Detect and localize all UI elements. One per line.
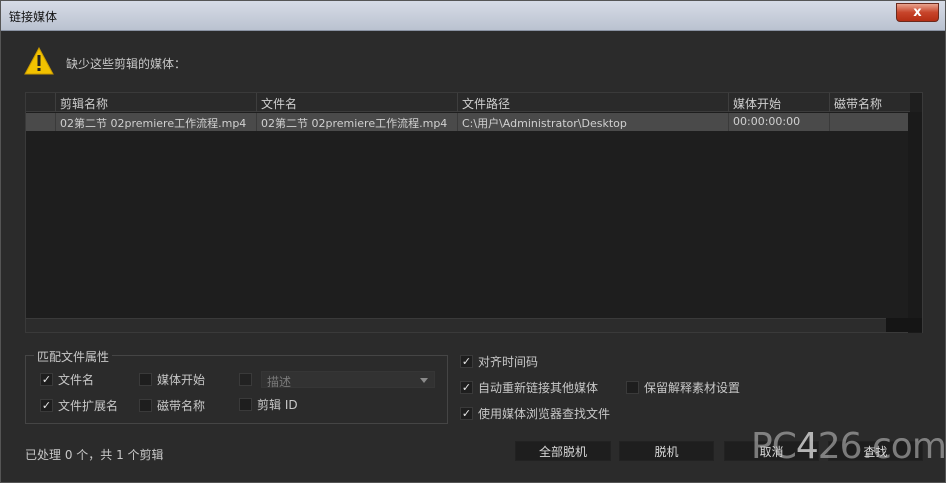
preserve-interpret-checkbox[interactable]: 保留解释素材设置 bbox=[626, 379, 740, 396]
description-select[interactable]: 描述 bbox=[261, 371, 435, 389]
offline-button[interactable]: 脱机 bbox=[619, 441, 714, 461]
tape-name-checkbox[interactable]: 磁带名称 bbox=[139, 397, 205, 414]
empty-checkbox-icon bbox=[239, 373, 252, 386]
missing-media-table: 剪辑名称 文件名 文件路径 媒体开始 磁带名称 02第二节 02premiere… bbox=[25, 92, 923, 333]
empty-checkbox-icon bbox=[139, 399, 152, 412]
check-icon: ✓ bbox=[460, 381, 473, 394]
col-header-clip-name[interactable]: 剪辑名称 bbox=[55, 93, 256, 112]
missing-media-label: 缺少这些剪辑的媒体： bbox=[66, 57, 187, 71]
table-header: 剪辑名称 文件名 文件路径 媒体开始 磁带名称 bbox=[26, 93, 910, 112]
status-text: 已处理 0 个，共 1 个剪辑 bbox=[25, 448, 164, 462]
auto-relink-checkbox[interactable]: ✓ 自动重新链接其他媒体 bbox=[460, 379, 598, 396]
empty-checkbox-icon bbox=[239, 398, 252, 411]
chevron-down-icon bbox=[420, 378, 428, 383]
use-media-browser-checkbox[interactable]: ✓ 使用媒体浏览器查找文件 bbox=[460, 405, 610, 422]
col-header-tape-name[interactable]: 磁带名称 bbox=[829, 93, 910, 112]
cell-file-path: C:\用户\Administrator\Desktop bbox=[457, 113, 728, 131]
dialog-body: 缺少这些剪辑的媒体： 剪辑名称 文件名 文件路径 媒体开始 磁带名称 02第二节… bbox=[8, 31, 938, 477]
offline-all-button[interactable]: 全部脱机 bbox=[515, 441, 611, 461]
table-row[interactable]: 02第二节 02premiere工作流程.mp4 02第二节 02premier… bbox=[26, 113, 910, 131]
cell-file-name: 02第二节 02premiere工作流程.mp4 bbox=[256, 113, 457, 131]
cell-media-start: 00:00:00:00 bbox=[728, 113, 829, 131]
clip-id-checkbox[interactable]: 剪辑 ID bbox=[239, 396, 298, 413]
horizontal-scrollbar[interactable] bbox=[26, 318, 888, 332]
header-blank bbox=[26, 93, 55, 112]
align-timecode-checkbox[interactable]: ✓ 对齐时间码 bbox=[460, 353, 538, 370]
group-title: 匹配文件属性 bbox=[34, 348, 113, 365]
media-start-checkbox[interactable]: 媒体开始 bbox=[139, 371, 205, 388]
col-header-file-path[interactable]: 文件路径 bbox=[457, 93, 728, 112]
scrollbar-corner bbox=[886, 318, 922, 332]
window-title: 链接媒体 bbox=[9, 10, 58, 24]
check-icon: ✓ bbox=[460, 355, 473, 368]
link-media-dialog: 链接媒体 x 缺少这些剪辑的媒体： 剪辑名称 文件名 文件路径 媒体开始 磁带名… bbox=[0, 0, 946, 483]
extension-checkbox[interactable]: ✓ 文件扩展名 bbox=[40, 397, 118, 414]
check-icon: ✓ bbox=[40, 399, 53, 412]
col-header-media-start[interactable]: 媒体开始 bbox=[728, 93, 829, 112]
empty-checkbox-icon bbox=[626, 381, 639, 394]
vertical-scrollbar[interactable] bbox=[908, 112, 922, 333]
filename-checkbox[interactable]: ✓ 文件名 bbox=[40, 371, 94, 388]
cell-tape-name bbox=[829, 113, 910, 131]
cell-clip-name: 02第二节 02premiere工作流程.mp4 bbox=[55, 113, 256, 131]
empty-checkbox-icon bbox=[139, 373, 152, 386]
col-header-file-name[interactable]: 文件名 bbox=[256, 93, 457, 112]
row-marker bbox=[26, 113, 55, 131]
close-button[interactable]: x bbox=[896, 3, 939, 22]
title-bar[interactable]: 链接媒体 x bbox=[1, 1, 945, 31]
check-icon: ✓ bbox=[40, 373, 53, 386]
description-checkbox[interactable] bbox=[239, 373, 252, 386]
check-icon: ✓ bbox=[460, 407, 473, 420]
watermark-logo: PC426.com bbox=[751, 426, 946, 467]
warning-icon bbox=[24, 47, 54, 75]
